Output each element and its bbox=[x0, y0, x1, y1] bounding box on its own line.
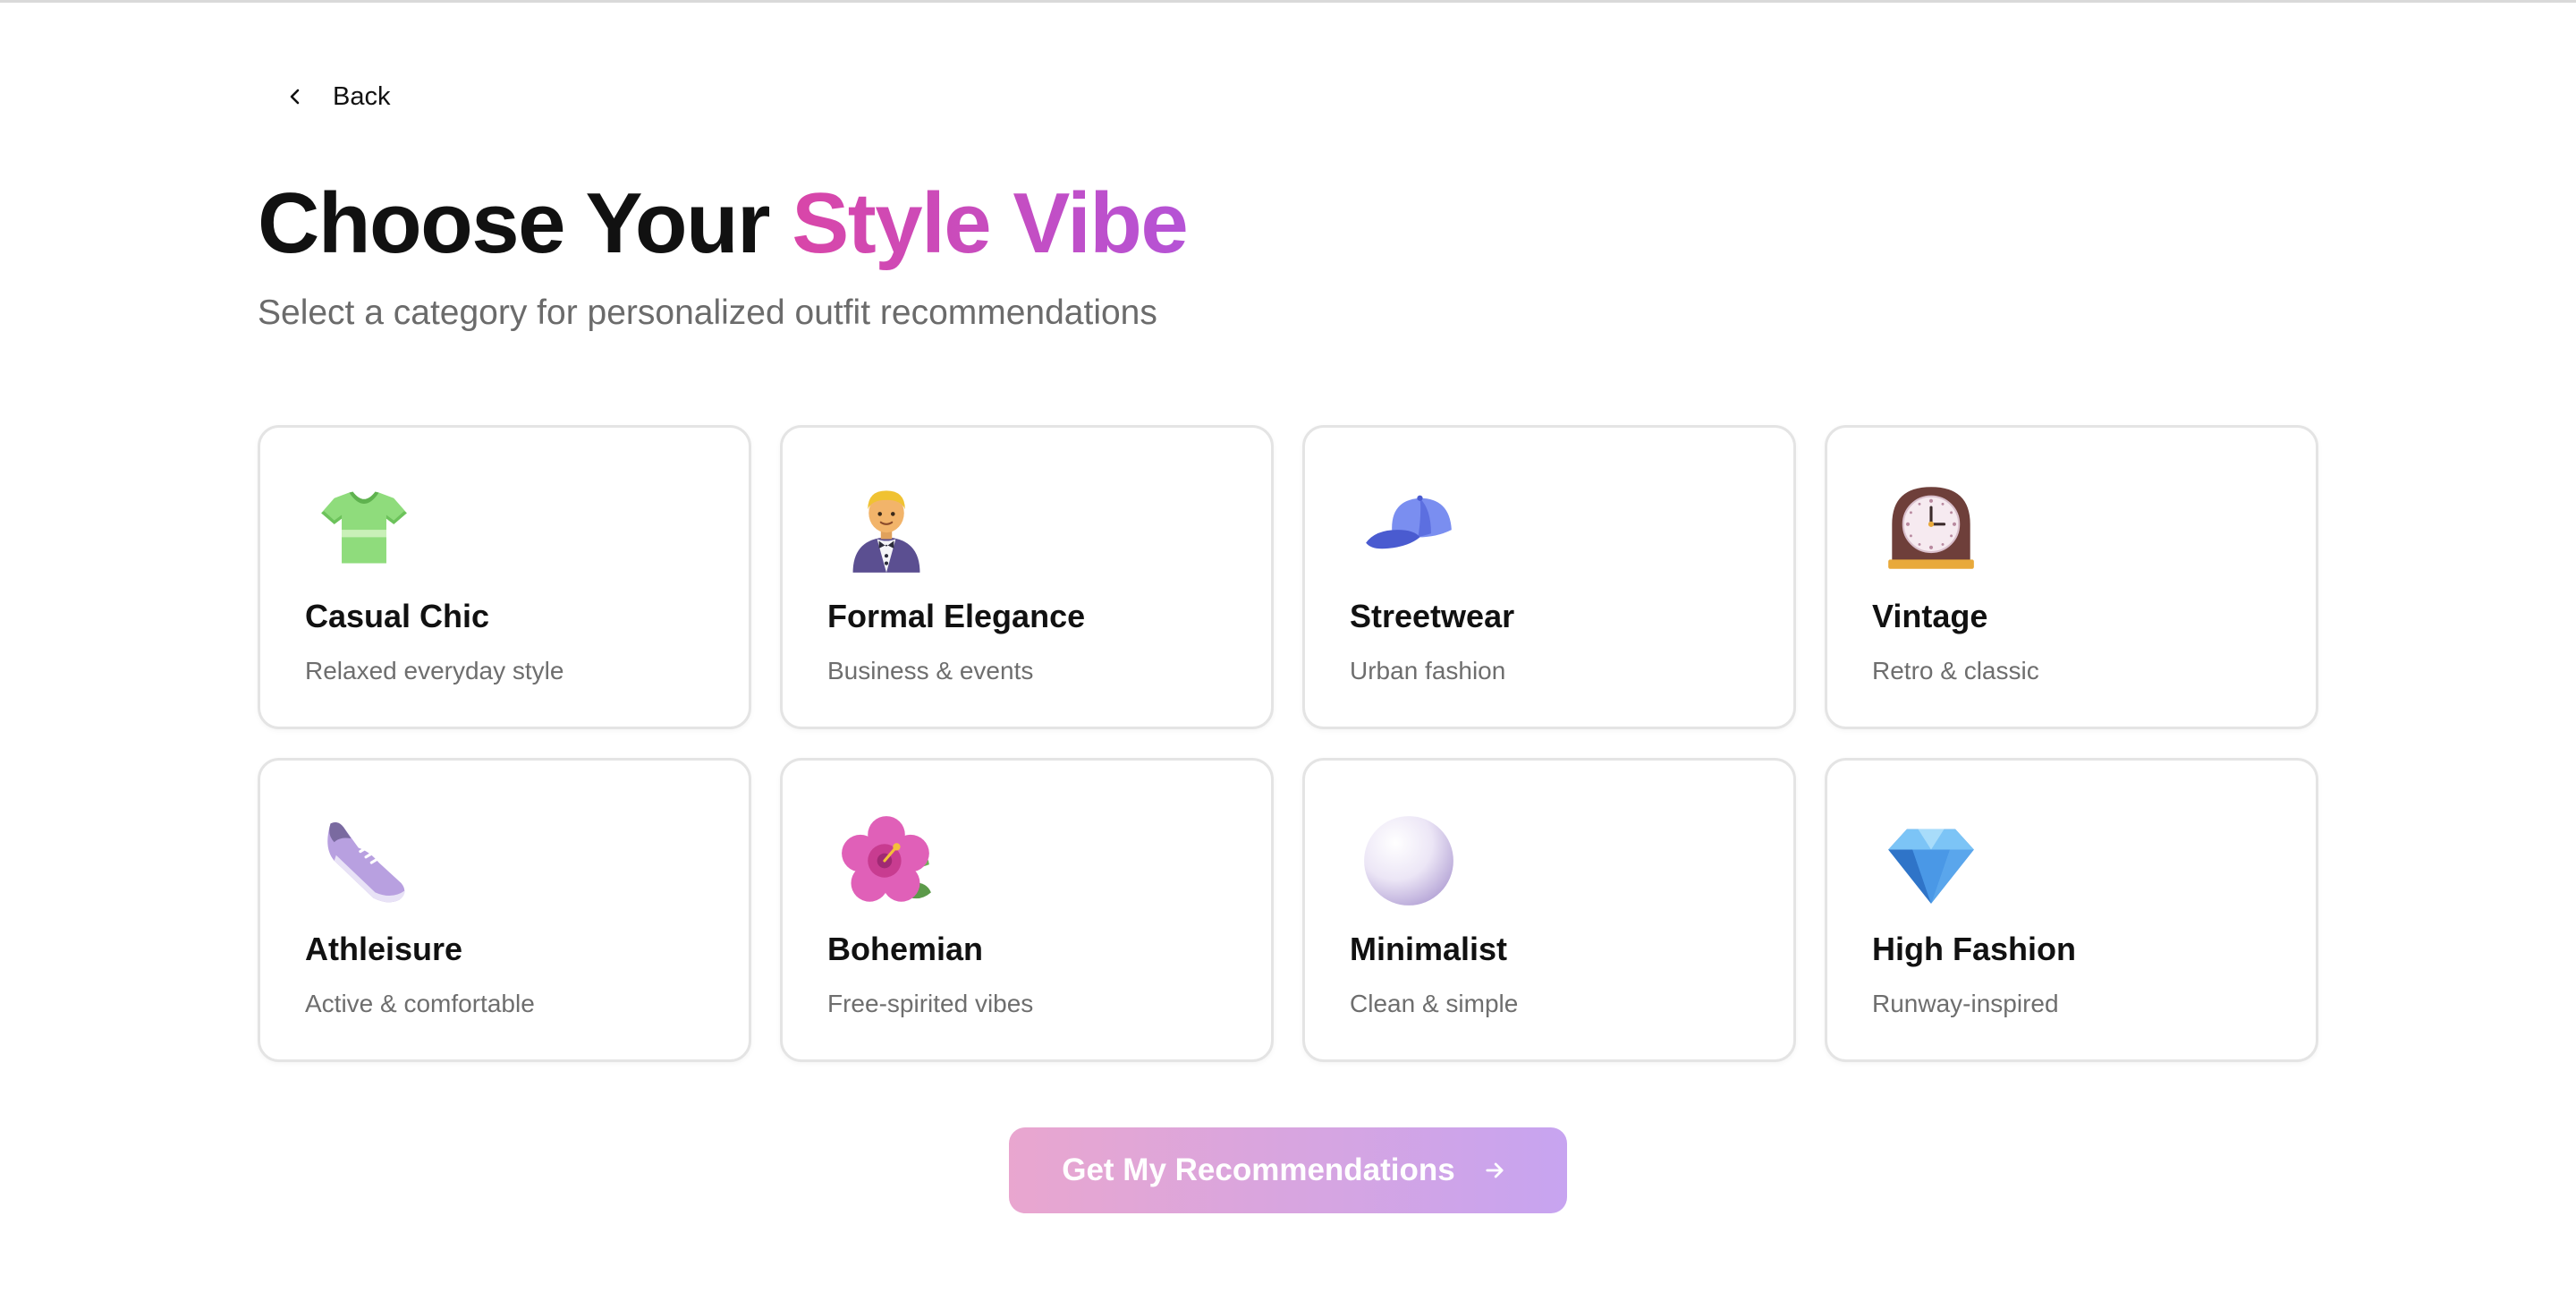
category-name: Minimalist bbox=[1350, 931, 1508, 967]
mantelpiece-clock-icon bbox=[1885, 481, 1978, 574]
category-description: Business & events bbox=[827, 657, 1034, 685]
gem-stone-icon bbox=[1885, 814, 1978, 907]
category-description: Runway-inspired bbox=[1872, 990, 2059, 1017]
category-name: Athleisure bbox=[305, 931, 463, 967]
page-title-plain: Choose Your bbox=[258, 175, 792, 271]
billed-cap-icon bbox=[1362, 481, 1455, 574]
category-description: Relaxed everyday style bbox=[305, 657, 564, 685]
get-recommendations-label: Get My Recommendations bbox=[1062, 1152, 1455, 1187]
category-description: Retro & classic bbox=[1872, 657, 2039, 685]
category-name: Casual Chic bbox=[305, 598, 490, 634]
category-card-minimalist[interactable]: Minimalist Clean & simple bbox=[1302, 758, 1796, 1062]
category-card-high-fashion[interactable]: High Fashion Runway-inspired bbox=[1825, 758, 2318, 1062]
back-label: Back bbox=[333, 81, 391, 111]
category-name: Formal Elegance bbox=[827, 598, 1086, 634]
page-title: Choose Your Style Vibe bbox=[258, 172, 1189, 276]
category-name: High Fashion bbox=[1872, 931, 2076, 967]
category-card-casual-chic[interactable]: Casual Chic Relaxed everyday style bbox=[258, 425, 751, 729]
category-grid: Casual Chic Relaxed everyday style Forma… bbox=[258, 425, 2318, 1062]
white-circle-icon bbox=[1362, 814, 1455, 907]
category-card-vintage[interactable]: Vintage Retro & classic bbox=[1825, 425, 2318, 729]
back-button[interactable]: Back bbox=[277, 70, 390, 123]
chevron-left-icon bbox=[277, 79, 313, 115]
category-name: Bohemian bbox=[827, 931, 984, 967]
category-card-athleisure[interactable]: Athleisure Active & comfortable bbox=[258, 758, 751, 1062]
t-shirt-icon bbox=[318, 481, 411, 574]
get-recommendations-button[interactable]: Get My Recommendations bbox=[1009, 1127, 1567, 1213]
category-card-streetwear[interactable]: Streetwear Urban fashion bbox=[1302, 425, 1796, 729]
category-description: Clean & simple bbox=[1350, 990, 1519, 1017]
person-in-tuxedo-icon bbox=[840, 481, 933, 574]
hibiscus-icon bbox=[840, 814, 933, 907]
page-title-highlight: Style Vibe bbox=[792, 175, 1189, 271]
category-name: Vintage bbox=[1872, 598, 1988, 634]
category-card-bohemian[interactable]: Bohemian Free-spirited vibes bbox=[780, 758, 1274, 1062]
category-description: Free-spirited vibes bbox=[827, 990, 1034, 1017]
category-name: Streetwear bbox=[1350, 598, 1515, 634]
category-description: Urban fashion bbox=[1350, 657, 1506, 685]
category-card-formal-elegance[interactable]: Formal Elegance Business & events bbox=[780, 425, 1274, 729]
page-subtitle: Select a category for personalized outfi… bbox=[258, 293, 1157, 332]
style-vibe-page: Back Choose Your Style Vibe Select a cat… bbox=[0, 0, 2576, 1301]
category-description: Active & comfortable bbox=[305, 990, 535, 1017]
running-shoe-icon bbox=[318, 814, 411, 907]
arrow-right-icon bbox=[1482, 1154, 1514, 1186]
